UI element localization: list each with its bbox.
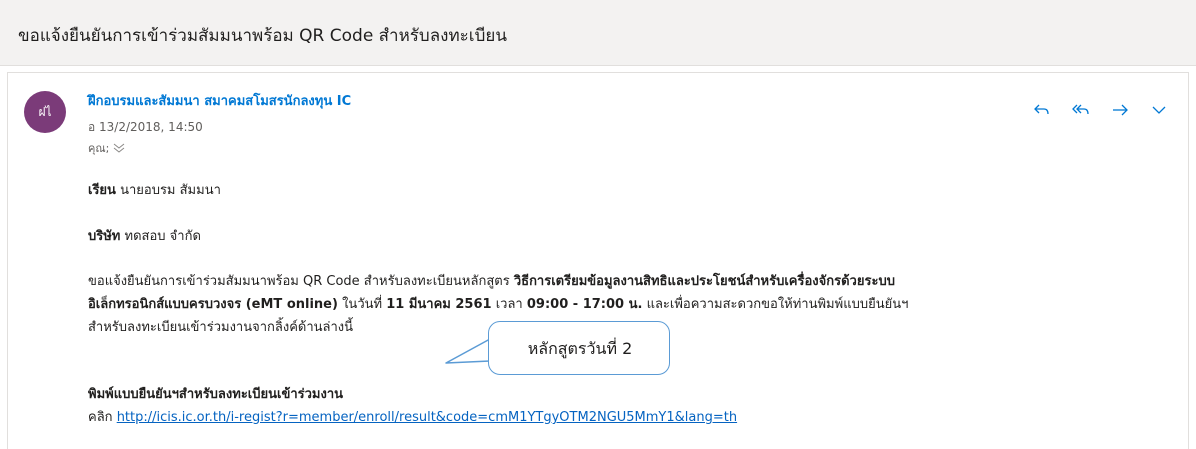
recipients-line[interactable]: คุณ; [88, 139, 125, 157]
callout-pointer [445, 338, 491, 364]
registration-link[interactable]: http://icis.ic.or.th/i-regist?r=member/e… [117, 410, 737, 425]
callout-text: หลักสูตรวันที่ 2 [527, 338, 633, 358]
more-actions-button[interactable] [1139, 95, 1178, 125]
company-label: บริษัท [88, 229, 121, 244]
message-card: ฝไ ฝึกอบรมและสัมมนา สมาคมสโมสรนักลงทุน I… [7, 72, 1189, 449]
chevron-down-icon[interactable] [113, 143, 125, 153]
body-text: เวลา [495, 297, 523, 312]
email-subject: ขอแจ้งยืนยันการเข้าร่วมสัมมนาพร้อม QR Co… [18, 26, 507, 46]
salutation-label: เรียน [88, 183, 116, 198]
event-date: 11 มีนาคม 2561 [386, 297, 492, 312]
recipient-name: นายอบรม สัมมนา [120, 183, 221, 198]
body-paragraph-line-1: ขอแจ้งยืนยันการเข้าร่วมสัมมนาพร้อม QR Co… [88, 270, 895, 291]
form-heading: พิมพ์แบบยืนยันฯสำหรับลงทะเบียนเข้าร่วมงา… [88, 387, 344, 402]
avatar[interactable]: ฝไ [24, 91, 66, 133]
body-text: ในวันที่ [342, 297, 383, 312]
message-actions [1022, 95, 1178, 125]
reply-icon [1033, 104, 1049, 115]
click-label: คลิก [88, 410, 113, 425]
message-date: อ 13/2/2018, 14:50 [88, 120, 203, 134]
forward-button[interactable] [1100, 95, 1139, 125]
sender-name[interactable]: ฝึกอบรมและสัมมนา สมาคมสโมสรนักลงทุน IC [88, 90, 351, 111]
callout-bubble: หลักสูตรวันที่ 2 [488, 321, 670, 375]
body-paragraph-line-3: สำหรับลงทะเบียนเข้าร่วมงานจากลิ้งค์ด้านล… [88, 316, 353, 337]
company-line: บริษัท ทดสอบ จำกัด [88, 225, 201, 246]
event-time: 09:00 - 17:00 น. [526, 297, 643, 312]
body-text: และเพื่อความสะดวกขอให้ท่านพิมพ์แบบยืนยัน… [646, 297, 909, 312]
forward-icon [1112, 104, 1128, 116]
chevron-down-icon [1152, 106, 1165, 114]
reply-all-icon [1071, 104, 1089, 115]
company-name: ทดสอบ จำกัด [124, 229, 201, 244]
subject-bar: ขอแจ้งยืนยันการเข้าร่วมสัมมนาพร้อม QR Co… [0, 0, 1196, 66]
reply-all-button[interactable] [1061, 95, 1100, 125]
recipients-label: คุณ; [88, 142, 110, 155]
reply-button[interactable] [1022, 95, 1061, 125]
body-paragraph-line-2: อิเล็กทรอนิกส์แบบครบวงจร (eMT online) ใน… [88, 293, 908, 314]
body-text: ขอแจ้งยืนยันการเข้าร่วมสัมมนาพร้อม QR Co… [88, 274, 510, 289]
course-title: วิธีการเตรียมข้อมูลงานสิทธิและประโยชน์สำ… [513, 274, 895, 289]
salutation-line: เรียน นายอบรม สัมมนา [88, 179, 221, 200]
body-text: สำหรับลงทะเบียนเข้าร่วมงานจากลิ้งค์ด้านล… [88, 320, 354, 335]
link-line: คลิก http://icis.ic.or.th/i-regist?r=mem… [88, 406, 737, 427]
course-title-cont: อิเล็กทรอนิกส์แบบครบวงจร (eMT online) [88, 297, 338, 312]
